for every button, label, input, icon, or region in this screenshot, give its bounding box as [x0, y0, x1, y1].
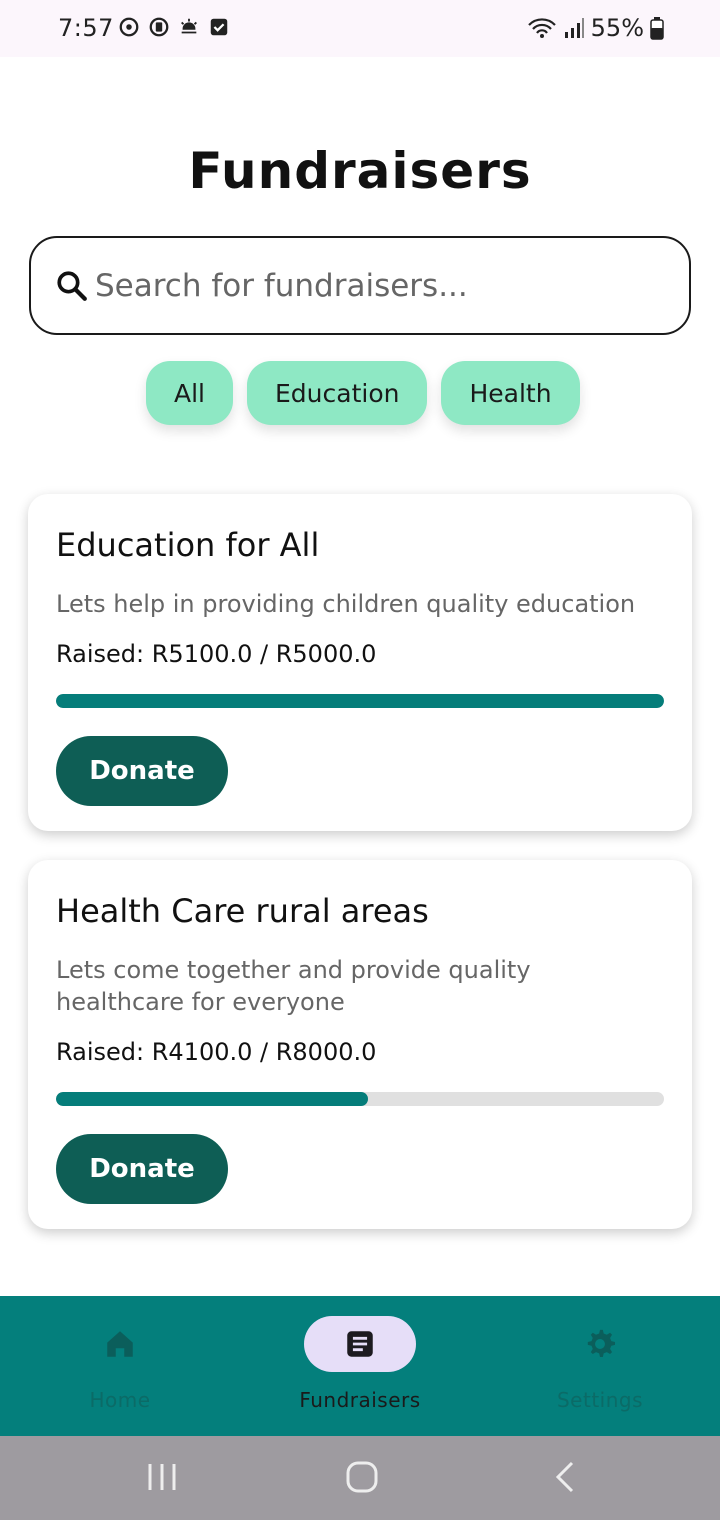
article-icon	[347, 1331, 373, 1357]
wifi-icon	[527, 18, 556, 38]
page-title: Fundraisers	[188, 142, 532, 200]
gear-icon	[587, 1329, 616, 1358]
fundraiser-description: Lets help in providing children quality …	[56, 590, 636, 618]
nav-pill	[544, 1316, 656, 1372]
donate-button[interactable]: Donate	[56, 1134, 228, 1204]
progress-fill	[56, 694, 664, 708]
fundraiser-description: Lets come together and provide quality h…	[56, 956, 531, 1016]
nav-pill-active	[304, 1316, 416, 1372]
status-bar: 7:57 55%	[0, 0, 720, 57]
nav-item-home[interactable]: Home	[0, 1316, 240, 1412]
search-bar[interactable]	[29, 236, 691, 335]
recent-apps-icon[interactable]	[146, 1460, 178, 1494]
home-button-icon[interactable]	[345, 1460, 379, 1494]
nav-pill	[64, 1316, 176, 1372]
stop-icon	[149, 17, 169, 37]
system-indicators: 55%	[527, 14, 664, 42]
search-icon	[57, 270, 87, 301]
fundraiser-title: Education for All	[56, 526, 320, 564]
bottom-navigation: Home Fundraisers Settings	[0, 1296, 720, 1436]
filter-chips: All Education Health	[146, 361, 580, 425]
fundraiser-title: Health Care rural areas	[56, 892, 429, 930]
signal-icon	[564, 18, 584, 38]
fundraiser-raised: Raised: R5100.0 / R5000.0	[56, 640, 377, 668]
filter-chip-education[interactable]: Education	[247, 361, 428, 425]
back-icon[interactable]	[552, 1460, 578, 1494]
filter-chip-all[interactable]: All	[146, 361, 233, 425]
fundraiser-card: Health Care rural areas Lets come togeth…	[28, 860, 692, 1229]
progress-bar	[56, 694, 664, 708]
nav-item-fundraisers[interactable]: Fundraisers	[240, 1316, 480, 1412]
fundraiser-raised: Raised: R4100.0 / R8000.0	[56, 1038, 377, 1066]
search-input[interactable]	[95, 267, 635, 304]
notification-icons	[118, 16, 230, 38]
system-navigation-bar	[0, 1436, 720, 1520]
donate-button[interactable]: Donate	[56, 736, 228, 806]
filter-chip-health[interactable]: Health	[441, 361, 580, 425]
battery-percent: 55%	[590, 14, 644, 42]
nav-label: Home	[89, 1388, 151, 1412]
battery-icon	[650, 17, 664, 40]
status-time: 7:57	[58, 14, 114, 42]
nav-label: Settings	[556, 1388, 644, 1412]
nav-label: Fundraisers	[299, 1388, 421, 1412]
home-icon	[107, 1331, 133, 1357]
checkbox-icon	[210, 18, 228, 36]
progress-fill	[56, 1092, 368, 1106]
nav-item-settings[interactable]: Settings	[480, 1316, 720, 1412]
sync-icon	[119, 17, 139, 37]
weather-icon	[181, 18, 197, 34]
fundraiser-card: Education for All Lets help in providing…	[28, 494, 692, 831]
progress-bar	[56, 1092, 664, 1106]
